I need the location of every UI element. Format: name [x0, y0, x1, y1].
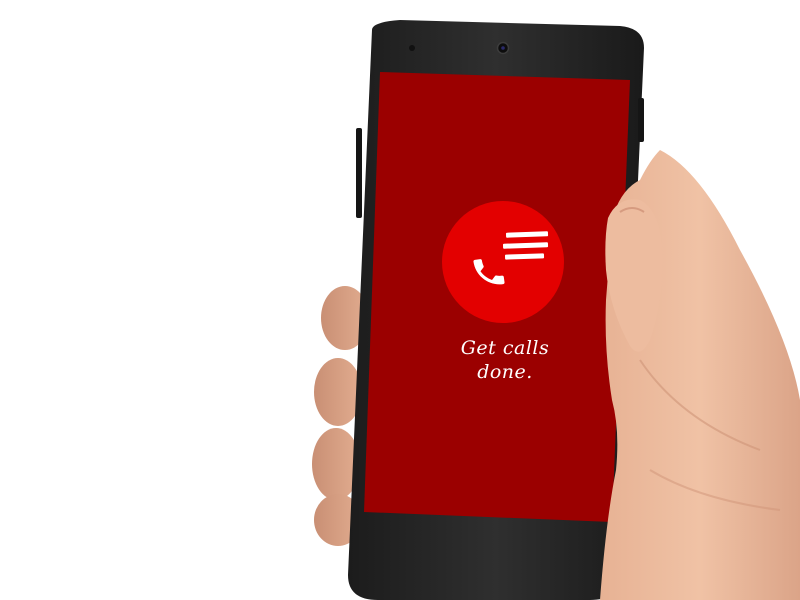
photo-scene: Get calls done. [0, 0, 800, 600]
speed-lines-icon [502, 231, 549, 260]
scene-illustration [312, 20, 800, 600]
app-tagline: Get calls done. [460, 337, 550, 383]
proximity-sensor [409, 45, 415, 51]
holding-hand [600, 150, 800, 600]
app-icon[interactable] [442, 201, 564, 323]
